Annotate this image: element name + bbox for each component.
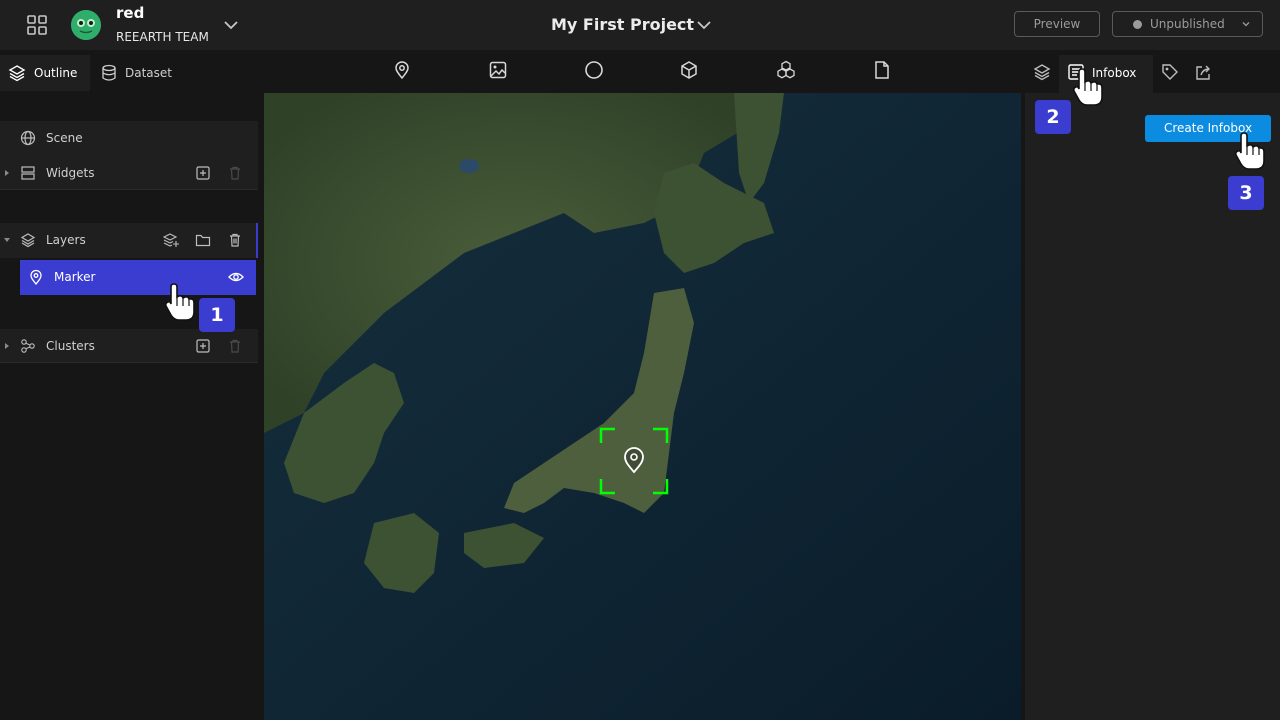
file-icon[interactable] <box>872 60 892 80</box>
tab-dataset[interactable]: Dataset <box>100 55 190 91</box>
layers-icon[interactable] <box>1032 62 1052 82</box>
layers-label: Layers <box>46 233 86 247</box>
chevron-down-icon <box>1242 22 1250 27</box>
project-chevron-down-icon[interactable] <box>694 15 714 35</box>
publish-status-button[interactable]: Unpublished <box>1112 11 1263 37</box>
add-cluster-icon[interactable] <box>195 338 211 354</box>
widgets-label: Widgets <box>46 166 95 180</box>
box-icon[interactable] <box>679 60 699 80</box>
expand-caret-icon[interactable] <box>5 170 9 176</box>
add-layer-icon[interactable] <box>163 232 179 248</box>
marker-label: Marker <box>54 270 96 284</box>
layer-item-marker[interactable]: Marker <box>20 260 256 295</box>
step-badge-1: 1 <box>199 298 235 332</box>
pointer-hand-icon <box>164 283 195 321</box>
clusters-icon <box>21 339 35 353</box>
outline-item-layers[interactable]: Layers <box>0 223 258 258</box>
step-badge-2: 2 <box>1035 100 1071 134</box>
publish-status-label: Unpublished <box>1150 17 1225 31</box>
globe-icon <box>20 130 36 146</box>
step-badge-3: 3 <box>1228 176 1264 210</box>
pin-icon <box>30 269 42 285</box>
add-widget-icon[interactable] <box>195 165 211 181</box>
pin-icon[interactable] <box>392 60 412 80</box>
satellite-map <box>264 93 1021 720</box>
outline-item-widgets[interactable]: Widgets <box>0 156 258 190</box>
tag-icon[interactable] <box>1160 62 1180 82</box>
outline-item-scene[interactable]: Scene <box>0 121 258 156</box>
image-icon[interactable] <box>488 60 508 80</box>
add-folder-icon[interactable] <box>195 232 211 248</box>
database-icon <box>102 64 116 81</box>
expand-caret-icon[interactable] <box>5 343 9 349</box>
map-viewport[interactable] <box>264 93 1021 720</box>
layers-icon <box>20 233 36 248</box>
user-name: red <box>116 4 145 22</box>
status-dot <box>1133 20 1142 29</box>
collapse-caret-icon[interactable] <box>4 238 10 242</box>
cubes-icon[interactable] <box>776 60 796 80</box>
pointer-hand-icon <box>1234 132 1265 170</box>
top-header: red REEARTH TEAM My First Project Previe… <box>0 0 1280 50</box>
preview-button[interactable]: Preview <box>1014 11 1100 37</box>
scene-label: Scene <box>46 131 83 145</box>
circle-icon[interactable] <box>584 60 604 80</box>
layers-icon <box>8 65 26 82</box>
trash-icon <box>230 339 240 353</box>
trash-icon[interactable] <box>227 232 243 248</box>
outline-panel: Scene Widgets Layers Marker Clusters <box>0 93 258 720</box>
eye-icon[interactable] <box>228 269 244 285</box>
team-name: REEARTH TEAM <box>116 30 209 44</box>
team-chevron-down-icon[interactable] <box>222 16 240 34</box>
trash-icon <box>230 166 240 180</box>
clusters-label: Clusters <box>46 339 95 353</box>
outline-item-clusters[interactable]: Clusters <box>0 329 258 363</box>
widgets-icon <box>21 166 35 180</box>
apps-grid-icon[interactable] <box>26 14 48 36</box>
project-title[interactable]: My First Project <box>551 15 694 34</box>
tab-outline-label: Outline <box>34 66 78 80</box>
frog-avatar-icon <box>71 10 101 40</box>
avatar[interactable] <box>71 10 101 40</box>
tab-outline[interactable]: Outline <box>0 55 90 91</box>
tab-dataset-label: Dataset <box>125 66 172 80</box>
export-icon[interactable] <box>1194 62 1214 82</box>
pointer-hand-icon <box>1072 68 1103 106</box>
